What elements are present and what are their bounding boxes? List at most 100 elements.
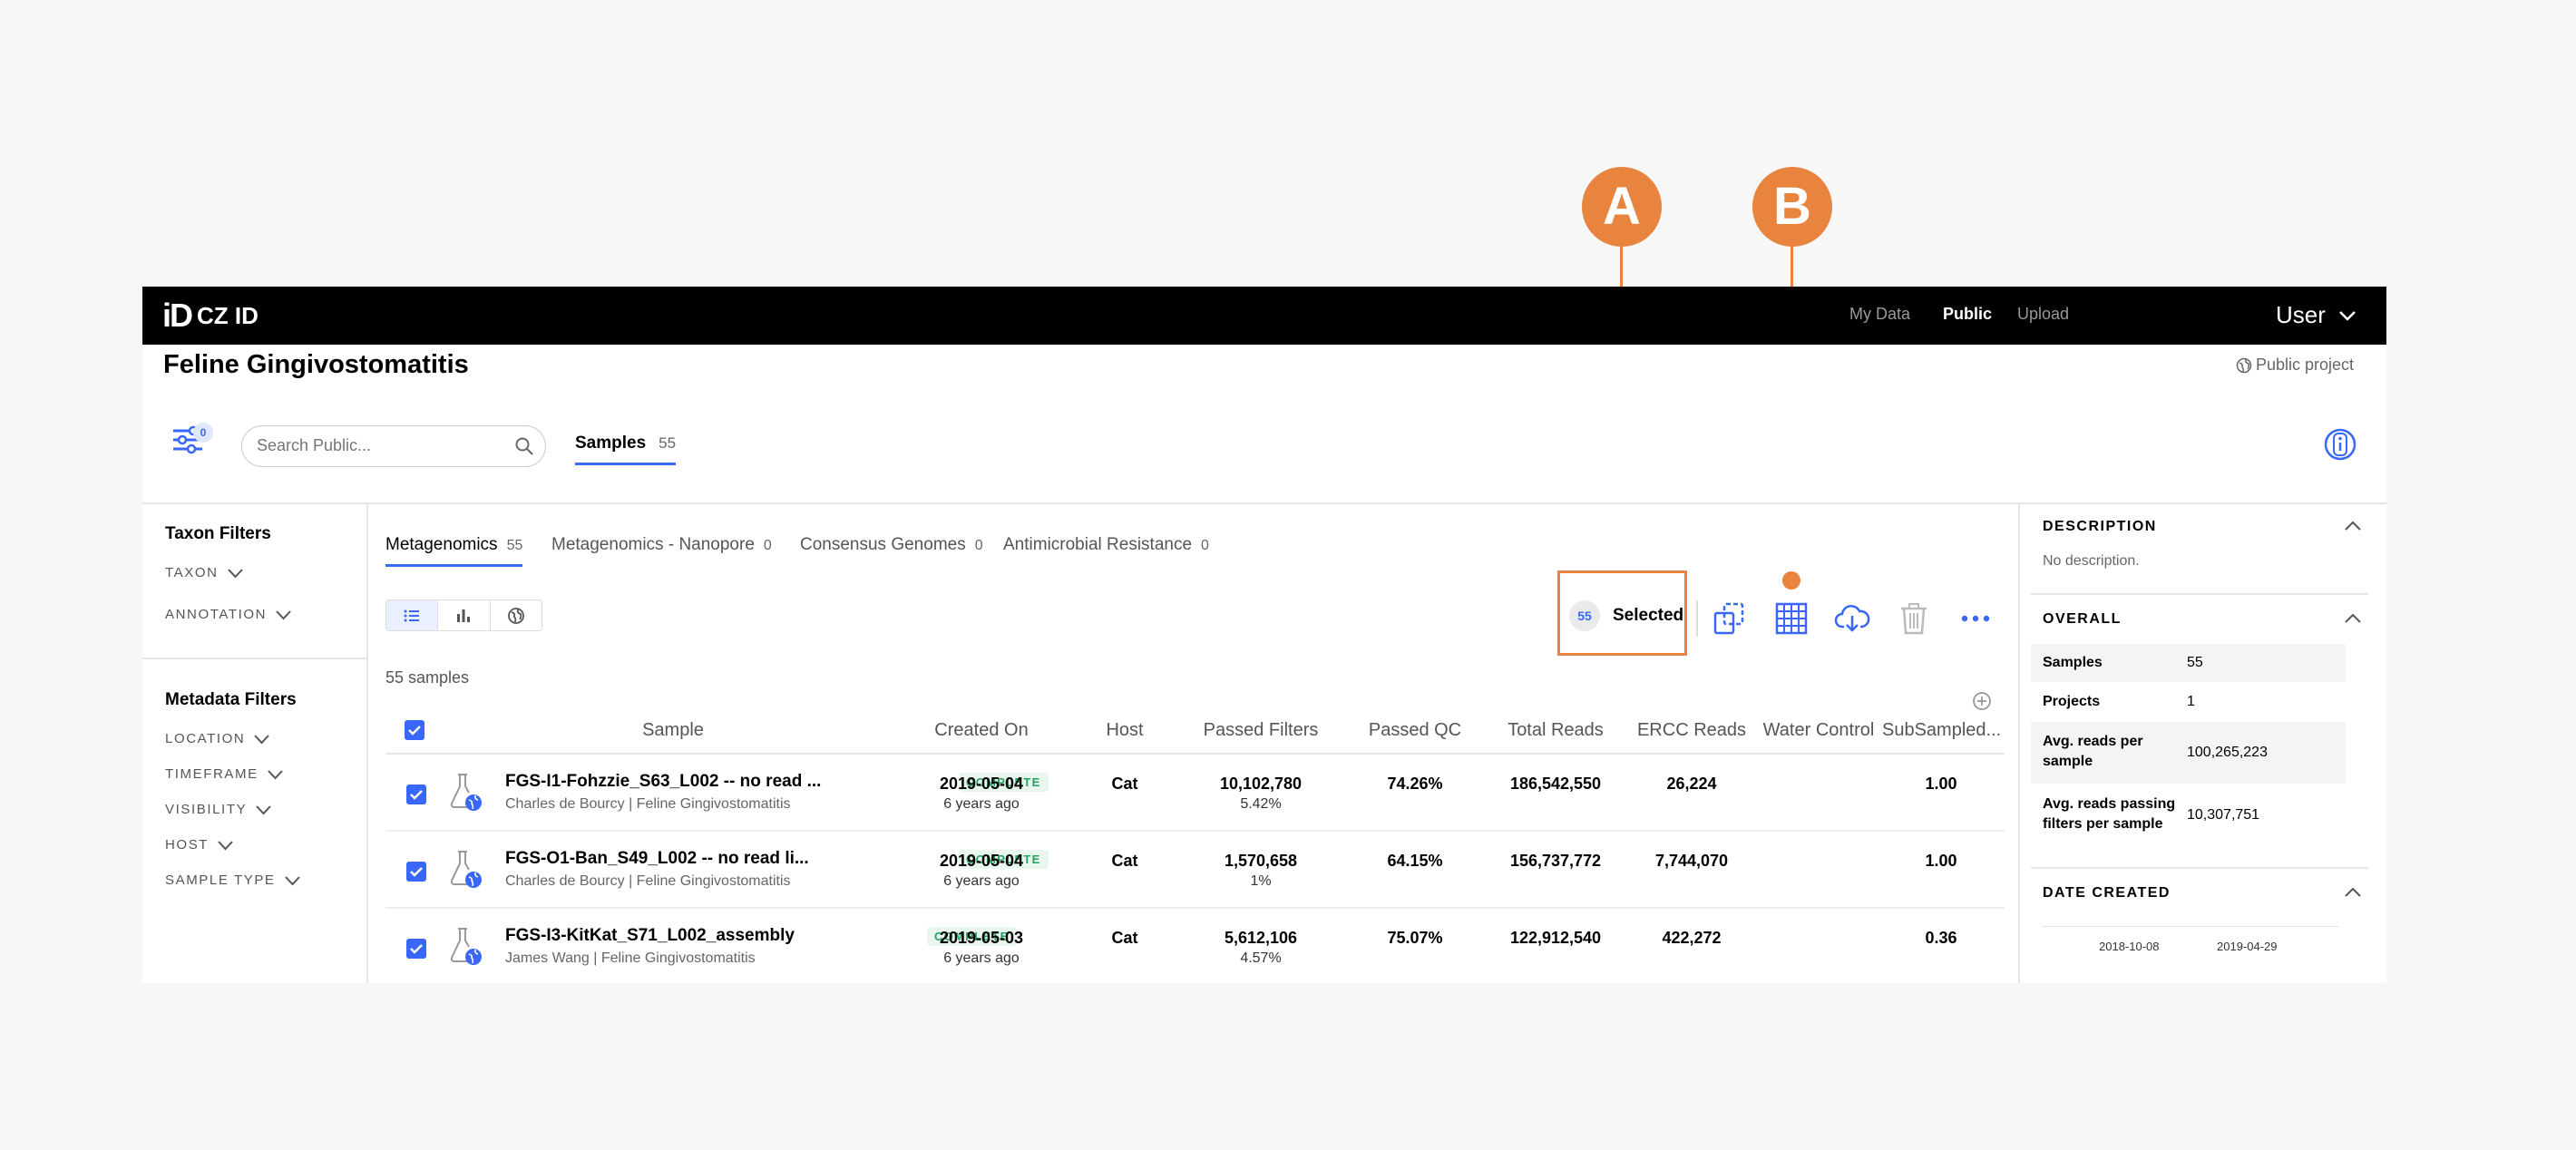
filter-visibility[interactable]: VISIBILITY bbox=[165, 802, 271, 817]
ercc-reads: 26,224 bbox=[1666, 775, 1717, 793]
filter-location-label: LOCATION bbox=[165, 731, 246, 746]
checkmark-icon bbox=[410, 867, 423, 877]
stat-value: 1 bbox=[2187, 694, 2195, 709]
table-view-button[interactable] bbox=[386, 600, 439, 630]
created-on: 2019-05-04 bbox=[939, 775, 1024, 793]
date-created-heading[interactable]: DATE CREATED bbox=[2043, 885, 2171, 901]
globe-icon bbox=[2236, 357, 2252, 373]
sample-name[interactable]: FGS-O1-Ban_S49_L002 -- no read li... bbox=[505, 849, 809, 869]
filter-annotation[interactable]: ANNOTATION bbox=[165, 607, 291, 622]
filter-host[interactable]: HOST bbox=[165, 837, 233, 853]
search-icon[interactable] bbox=[514, 436, 534, 456]
row-checkbox[interactable] bbox=[406, 862, 426, 882]
checkmark-icon bbox=[408, 726, 421, 736]
heatmap-button[interactable] bbox=[1771, 598, 1812, 639]
description-heading[interactable]: DESCRIPTION bbox=[2043, 519, 2157, 535]
column-header-host[interactable]: Host bbox=[1088, 720, 1161, 741]
bulk-kickoff-button[interactable] bbox=[1709, 598, 1751, 639]
total-reads: 156,737,772 bbox=[1509, 852, 1602, 870]
tab-consensus-genomes[interactable]: Consensus Genomes 0 bbox=[800, 535, 983, 564]
chevron-down-icon bbox=[227, 568, 243, 578]
host: Cat bbox=[1111, 852, 1138, 870]
stat-avg-reads: Avg. reads per sample 100,265,223 bbox=[2031, 722, 2346, 784]
date-histogram-axis bbox=[2043, 926, 2339, 927]
chevron-up-icon[interactable] bbox=[2345, 521, 2361, 531]
bar-chart-icon bbox=[457, 609, 471, 622]
subsampled: 0.36 bbox=[1925, 929, 1957, 947]
sample-name[interactable]: FGS-I3-KitKat_S71_L002_assembly bbox=[505, 926, 795, 946]
user-menu[interactable]: User bbox=[2276, 301, 2356, 329]
nav-link-upload[interactable]: Upload bbox=[2017, 305, 2069, 324]
chevron-up-icon[interactable] bbox=[2345, 613, 2361, 624]
created-on: 2019-05-03 bbox=[939, 929, 1024, 947]
filter-location[interactable]: LOCATION bbox=[165, 731, 270, 746]
more-icon bbox=[1961, 615, 1990, 622]
overall-heading[interactable]: OVERALL bbox=[2043, 611, 2122, 628]
heatmap-grid-icon bbox=[1775, 602, 1808, 635]
filter-taxon-label: TAXON bbox=[165, 565, 219, 580]
delete-button[interactable] bbox=[1893, 598, 1935, 639]
chevron-up-icon[interactable] bbox=[2345, 887, 2361, 898]
filter-sample-type-label: SAMPLE TYPE bbox=[165, 872, 276, 888]
download-cloud-icon bbox=[1834, 605, 1870, 632]
filter-taxon[interactable]: TAXON bbox=[165, 565, 243, 580]
checkmark-icon bbox=[410, 790, 423, 800]
table-header: Sample Created On Host Passed Filters Pa… bbox=[385, 704, 2005, 755]
filter-timeframe-label: TIMEFRAME bbox=[165, 766, 259, 782]
user-name: User bbox=[2276, 301, 2326, 328]
filter-visibility-label: VISIBILITY bbox=[165, 802, 248, 817]
row-checkbox[interactable] bbox=[406, 785, 426, 804]
column-header-subsampled[interactable]: SubSampled... bbox=[1882, 720, 2001, 741]
tab-samples[interactable]: Samples 55 bbox=[575, 434, 677, 465]
search-input[interactable] bbox=[257, 436, 502, 455]
column-header-sample[interactable]: Sample bbox=[605, 720, 741, 741]
table-row[interactable]: FGS-I3-KitKat_S71_L002_assembly COMPLETE… bbox=[385, 909, 2005, 983]
row-checkbox[interactable] bbox=[406, 939, 426, 959]
column-header-water-control[interactable]: Water Control bbox=[1755, 720, 1882, 741]
tab-amr-count: 0 bbox=[1201, 538, 1209, 553]
column-header-total-reads[interactable]: Total Reads bbox=[1488, 720, 1624, 741]
logo[interactable]: iD CZ ID bbox=[162, 297, 259, 334]
nav-link-public[interactable]: Public bbox=[1943, 305, 1992, 324]
sample-public-icon bbox=[450, 851, 482, 888]
logo-mark: iD bbox=[162, 297, 193, 334]
nav-link-my-data[interactable]: My Data bbox=[1849, 305, 1910, 324]
download-button[interactable] bbox=[1831, 598, 1873, 639]
search-box[interactable] bbox=[241, 425, 546, 467]
table-row[interactable]: FGS-I1-Fohzzie_S63_L002 -- no read ... C… bbox=[385, 755, 2005, 832]
stat-value: 55 bbox=[2187, 655, 2203, 670]
stat-label: Samples bbox=[2043, 655, 2103, 670]
sample-public-icon bbox=[450, 928, 482, 965]
total-reads: 186,542,550 bbox=[1509, 775, 1602, 793]
info-icon[interactable] bbox=[2324, 428, 2356, 461]
column-header-created-on[interactable]: Created On bbox=[913, 720, 1049, 741]
filter-sample-type[interactable]: SAMPLE TYPE bbox=[165, 872, 300, 888]
more-actions-button[interactable] bbox=[1955, 598, 1996, 639]
column-header-passed-qc[interactable]: Passed QC bbox=[1351, 720, 1478, 741]
callout-b-marker: B bbox=[1752, 167, 1832, 247]
column-header-passed-filters[interactable]: Passed Filters bbox=[1179, 720, 1342, 741]
stat-value: 100,265,223 bbox=[2187, 745, 2268, 760]
tab-amr-label: Antimicrobial Resistance bbox=[1003, 535, 1193, 554]
sample-name[interactable]: FGS-I1-Fohzzie_S63_L002 -- no read ... bbox=[505, 772, 821, 792]
stat-avg-reads-passing: Avg. reads passing filters per sample 10… bbox=[2031, 785, 2346, 846]
checkmark-icon bbox=[410, 944, 423, 954]
tab-metagenomics[interactable]: Metagenomics 55 bbox=[385, 535, 523, 567]
created-on: 2019-05-04 bbox=[939, 852, 1024, 870]
tab-antimicrobial-resistance[interactable]: Antimicrobial Resistance 0 bbox=[1003, 535, 1209, 564]
callout-a-highlight bbox=[1557, 570, 1687, 656]
sidebar-divider bbox=[2031, 867, 2368, 869]
add-column-icon[interactable] bbox=[1972, 691, 1992, 711]
ercc-reads: 422,272 bbox=[1662, 929, 1722, 947]
passed-filters-pct: 4.57% bbox=[1240, 950, 1282, 966]
date-start-label: 2018-10-08 bbox=[2099, 940, 2160, 953]
filter-timeframe[interactable]: TIMEFRAME bbox=[165, 766, 283, 782]
plot-view-button[interactable] bbox=[438, 600, 491, 630]
select-all-checkbox[interactable] bbox=[405, 720, 424, 740]
table-row[interactable]: FGS-O1-Ban_S49_L002 -- no read li... COM… bbox=[385, 832, 2005, 909]
tab-metagenomics-nanopore[interactable]: Metagenomics - Nanopore 0 bbox=[551, 535, 772, 564]
map-view-button[interactable] bbox=[491, 600, 542, 630]
chevron-down-icon bbox=[256, 804, 271, 814]
column-header-ercc-reads[interactable]: ERCC Reads bbox=[1624, 720, 1760, 741]
passed-filters-pct: 1% bbox=[1250, 873, 1272, 889]
